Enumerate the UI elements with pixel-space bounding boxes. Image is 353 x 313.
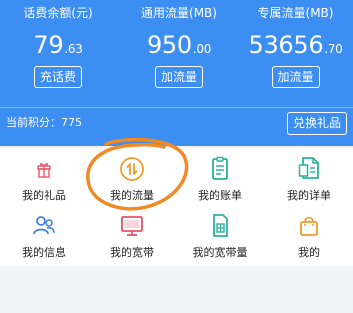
stat-label: 话费余额(元): [23, 6, 93, 20]
current-points: 当前积分：775: [6, 116, 82, 129]
grid-item-label: 我的账单: [198, 189, 242, 202]
stat-value: 950.00: [120, 31, 238, 63]
sim-card-icon: [213, 214, 228, 237]
stat-value-decimal: .63: [64, 42, 83, 56]
data-traffic-icon: [120, 157, 144, 181]
broadband-monitor-icon: [121, 216, 143, 236]
grid-item-label: 我的宽带量: [192, 246, 248, 259]
grid-item-my-data[interactable]: 我的流量: [88, 154, 176, 208]
user-info-icon: [33, 216, 55, 235]
grid-item-label: 我的: [298, 246, 320, 259]
grid-item-label: 我的宽带: [110, 246, 154, 259]
add-exclusive-data-button[interactable]: 加流量: [271, 66, 320, 88]
header-divider: [0, 107, 353, 108]
detail-list-icon: [298, 157, 319, 179]
grid-item-my-bill[interactable]: 我的账单: [176, 154, 264, 208]
stat-value: 79.63: [0, 31, 116, 63]
grid-item-label: 我的详单: [287, 189, 331, 202]
add-general-data-button[interactable]: 加流量: [154, 66, 204, 88]
grid-item-label: 我的流量: [110, 189, 154, 202]
stat-value-integer: 53656: [248, 31, 324, 59]
stat-value-integer: 79: [33, 31, 64, 59]
bill-icon: [212, 156, 228, 180]
stat-value-decimal: .00: [192, 42, 212, 56]
recharge-button[interactable]: 充话费: [33, 66, 83, 88]
gift-icon: [37, 163, 51, 178]
stat-label: 专属流量(MB): [257, 6, 334, 20]
grid-item-my-info[interactable]: 我的信息: [0, 211, 88, 265]
app-screen: 话费余额(元) 79.63 充话费 通用流量(MB) 950.00 加流量 专属…: [0, 0, 353, 313]
stat-value: 53656.70: [238, 31, 353, 63]
grid-item-my-shop[interactable]: 我的: [265, 211, 353, 265]
service-grid: 我的礼品 我的流量 我的账单 我的详单 我的信息 我的宽带 我的宽带量 我的: [0, 148, 353, 266]
page-bottom-area: [0, 266, 353, 313]
grid-item-my-broadband[interactable]: 我的宽带: [88, 211, 176, 265]
redeem-gifts-button[interactable]: 兑换礼品: [286, 112, 347, 135]
stat-value-decimal: .70: [324, 42, 343, 56]
grid-item-label: 我的礼品: [22, 189, 66, 202]
shopping-bag-icon: [300, 216, 318, 236]
grid-item-my-broadband-usage[interactable]: 我的宽带量: [176, 211, 264, 265]
grid-item-label: 我的信息: [22, 246, 66, 259]
grid-item-my-details[interactable]: 我的详单: [265, 154, 353, 208]
stat-label: 通用流量(MB): [141, 6, 217, 20]
account-summary-header: 话费余额(元) 79.63 充话费 通用流量(MB) 950.00 加流量 专属…: [0, 0, 353, 146]
grid-item-my-gifts[interactable]: 我的礼品: [0, 154, 88, 208]
stat-value-integer: 950: [146, 31, 192, 59]
